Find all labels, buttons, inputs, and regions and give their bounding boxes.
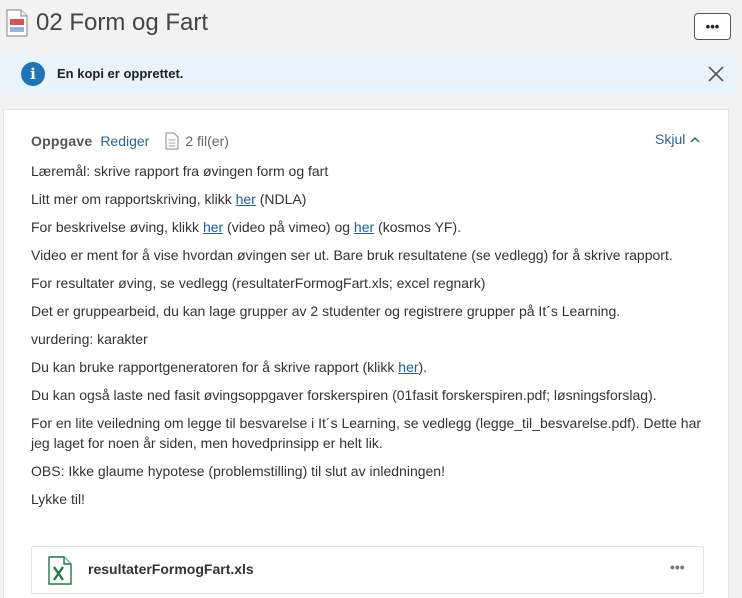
hide-label: Skjul bbox=[655, 131, 686, 147]
info-icon: i bbox=[21, 62, 45, 86]
paragraph: Litt mer om rapportskriving, klikk her (… bbox=[31, 191, 307, 207]
task-card: Oppgave Rediger 2 fil(er) Skjul Læremål:… bbox=[3, 109, 729, 598]
paragraph: For en lite veiledning om legge til besv… bbox=[31, 415, 702, 451]
paragraph: Du kan bruke rapportgeneratoren for å sk… bbox=[31, 359, 428, 375]
paragraph: Det er gruppearbeid, du kan lage grupper… bbox=[31, 303, 621, 319]
close-icon[interactable] bbox=[705, 63, 727, 85]
paragraph: Læremål: skrive rapport fra øvingen form… bbox=[31, 163, 329, 179]
file-count[interactable]: 2 fil(er) bbox=[185, 133, 229, 149]
info-alert: i En kopi er opprettet. bbox=[2, 55, 738, 93]
paragraph: For beskrivelse øving, klikk her (video … bbox=[31, 219, 462, 235]
chevron-up-icon bbox=[690, 136, 700, 143]
file-icon bbox=[165, 132, 179, 150]
paragraph: OBS: Ikke glaume hypotese (problemstilli… bbox=[31, 463, 445, 479]
attachment-filename[interactable]: resultaterFormogFart.xls bbox=[88, 561, 254, 577]
page-title: 02 Form og Fart bbox=[36, 9, 209, 36]
task-header: Oppgave Rediger 2 fil(er) bbox=[31, 131, 229, 151]
ndla-link[interactable]: her bbox=[236, 191, 256, 207]
paragraph: Video er ment for å vise hvordan øvingen… bbox=[31, 247, 673, 263]
more-dots-icon: ••• bbox=[705, 19, 720, 34]
paragraph: For resultater øving, se vedlegg (result… bbox=[31, 275, 486, 291]
task-description: Læremål: skrive rapport fra øvingen form… bbox=[31, 161, 711, 517]
paragraph: Lykke til! bbox=[31, 491, 85, 507]
excel-icon bbox=[48, 556, 72, 585]
report-generator-link[interactable]: her bbox=[398, 359, 418, 375]
attachment-item[interactable]: resultaterFormogFart.xls ••• bbox=[31, 546, 704, 594]
task-label: Oppgave bbox=[31, 133, 93, 149]
kosmos-link[interactable]: her bbox=[354, 219, 374, 235]
attachment-more-icon[interactable]: ••• bbox=[670, 559, 685, 575]
document-icon bbox=[6, 9, 28, 37]
paragraph: vurdering: karakter bbox=[31, 331, 148, 347]
hide-toggle[interactable]: Skjul bbox=[655, 131, 700, 147]
vimeo-link[interactable]: her bbox=[203, 219, 223, 235]
page-header: 02 Form og Fart ••• bbox=[0, 0, 742, 50]
paragraph: Du kan også laste ned fasit øvingsoppgav… bbox=[31, 387, 657, 403]
edit-link[interactable]: Rediger bbox=[100, 133, 149, 149]
more-options-button[interactable]: ••• bbox=[694, 13, 731, 40]
alert-message: En kopi er opprettet. bbox=[57, 66, 184, 81]
